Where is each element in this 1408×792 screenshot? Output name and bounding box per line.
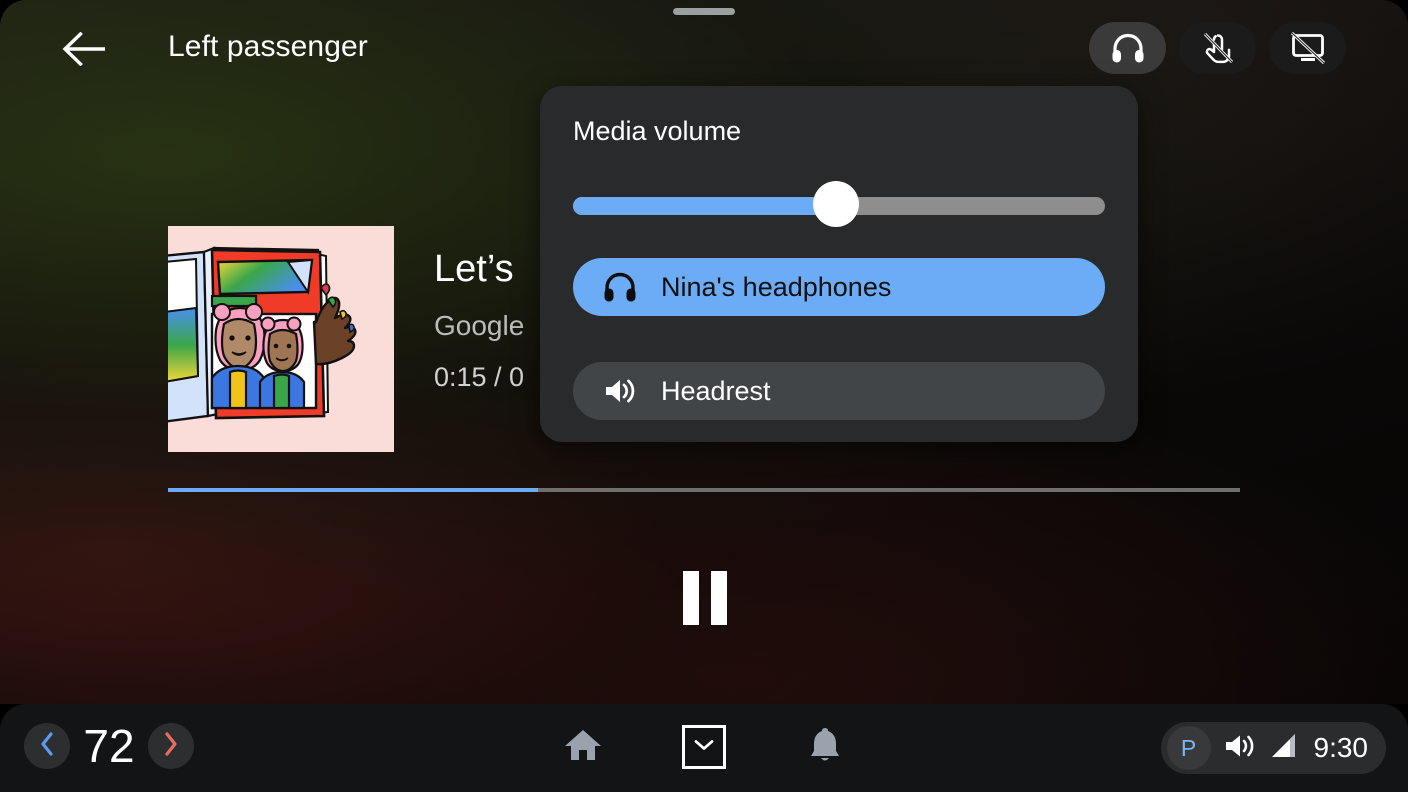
bell-icon — [808, 726, 842, 769]
output-option-headrest[interactable]: Headrest — [573, 362, 1105, 420]
media-app-surface: Left passenger Let’s Google 0:15 / 0 Med… — [0, 0, 1408, 704]
temperature-control: 72 — [24, 723, 194, 769]
output-option-label: Nina's headphones — [661, 271, 892, 302]
pause-button[interactable] — [664, 566, 746, 630]
screen-root: Left passenger Let’s Google 0:15 / 0 Med… — [0, 0, 1408, 792]
headphones-toggle-button[interactable] — [1089, 22, 1166, 74]
media-volume-popup: Media volume Nina's headphones Headrest — [540, 86, 1138, 442]
playback-progress-fill — [168, 488, 538, 492]
temperature-decrease-button[interactable] — [24, 723, 70, 769]
clock: 9:30 — [1313, 732, 1369, 763]
top-app-bar: Left passenger — [0, 0, 1408, 96]
nav-home-button[interactable] — [558, 722, 608, 772]
arrow-left-icon — [62, 32, 106, 66]
headphones-icon — [601, 271, 639, 303]
album-art — [168, 226, 394, 452]
system-nav — [558, 722, 850, 772]
system-volume-button[interactable] — [1224, 732, 1256, 765]
nav-app-drawer-button[interactable] — [682, 725, 726, 769]
volume-slider-fill — [573, 197, 839, 215]
media-volume-slider[interactable] — [573, 181, 1105, 227]
speaker-icon — [1224, 732, 1256, 765]
popup-title: Media volume — [573, 116, 742, 146]
headphones-icon — [1111, 32, 1145, 64]
touch-off-icon — [1201, 31, 1235, 65]
volume-slider-knob[interactable] — [813, 181, 859, 227]
touch-disabled-toggle-button[interactable] — [1179, 22, 1256, 74]
output-option-nina-headphones[interactable]: Nina's headphones — [573, 258, 1105, 316]
park-gear-badge[interactable]: P — [1166, 726, 1211, 770]
screen-off-toggle-button[interactable] — [1269, 22, 1346, 74]
temperature-value: 72 — [83, 720, 135, 772]
back-button[interactable] — [56, 24, 112, 74]
nav-notifications-button[interactable] — [800, 722, 850, 772]
output-option-label: Headrest — [661, 375, 771, 406]
pause-icon — [683, 571, 727, 625]
chevron-down-icon — [693, 738, 715, 757]
chevron-left-icon — [38, 731, 56, 762]
topbar-actions — [1089, 22, 1346, 74]
chevron-right-icon — [162, 731, 180, 762]
screen-off-icon — [1290, 32, 1326, 64]
signal-bars-icon — [1269, 732, 1299, 765]
temperature-increase-button[interactable] — [148, 723, 194, 769]
system-status-bar: 72 P 9:30 — [0, 704, 1408, 792]
home-icon — [563, 727, 603, 768]
speaker-icon — [601, 376, 639, 406]
playback-progress-bar[interactable] — [168, 488, 1240, 492]
signal-strength-indicator — [1269, 732, 1299, 765]
system-tray: P 9:30 — [1160, 722, 1386, 774]
page-title: Left passenger — [168, 30, 368, 63]
